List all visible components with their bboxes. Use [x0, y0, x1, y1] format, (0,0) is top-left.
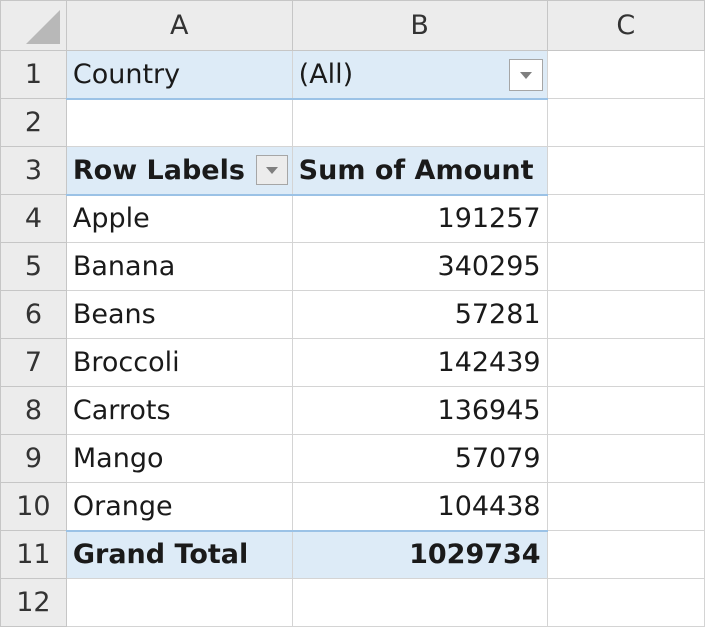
row-header-11[interactable]: 11	[0, 530, 67, 579]
filter-value-text: (All)	[298, 58, 354, 90]
spreadsheet: A B C 1 Country (All) 2 3 Row Labels Sum…	[0, 0, 705, 641]
cell-c2[interactable]	[546, 98, 705, 147]
grid-row-7: 7 Broccoli 142439	[0, 338, 705, 387]
cell-c9[interactable]	[546, 434, 705, 483]
pivot-item-value[interactable]: 136945	[291, 386, 548, 435]
cell-c1[interactable]	[546, 50, 705, 99]
filter-value-cell[interactable]: (All)	[291, 50, 548, 100]
column-header-b[interactable]: B	[291, 0, 548, 51]
pivot-item-label[interactable]: Orange	[65, 482, 293, 531]
column-header-row: A B C	[0, 0, 705, 51]
row-header-4[interactable]: 4	[0, 194, 67, 243]
cell-c3[interactable]	[546, 146, 705, 195]
cell-c8[interactable]	[546, 386, 705, 435]
row-header-3[interactable]: 3	[0, 146, 67, 195]
chevron-down-icon	[519, 71, 532, 79]
cell-a12[interactable]	[65, 578, 293, 627]
grid-row-2: 2	[0, 98, 705, 147]
row-header-2[interactable]: 2	[0, 98, 67, 147]
row-labels-header-cell[interactable]: Row Labels	[65, 146, 293, 196]
row-header-10[interactable]: 10	[0, 482, 67, 531]
grid-row-12: 12	[0, 578, 705, 627]
grid-row-9: 9 Mango 57079	[0, 434, 705, 483]
select-all-triangle-icon	[25, 10, 60, 44]
grid-row-8: 8 Carrots 136945	[0, 386, 705, 435]
filter-label-cell[interactable]: Country	[65, 50, 293, 100]
pivot-item-value[interactable]: 142439	[291, 338, 548, 387]
grand-total-value[interactable]: 1029734	[291, 529, 548, 579]
pivot-item-label[interactable]: Broccoli	[65, 338, 293, 387]
cell-c11[interactable]	[546, 530, 705, 579]
pivot-item-value[interactable]: 191257	[291, 194, 548, 243]
cell-a2[interactable]	[65, 98, 293, 147]
grid-row-1: 1 Country (All)	[0, 50, 705, 100]
select-all-corner[interactable]	[0, 0, 67, 51]
row-header-6[interactable]: 6	[0, 290, 67, 339]
value-header-cell[interactable]: Sum of Amount	[291, 146, 548, 196]
grand-total-label[interactable]: Grand Total	[65, 529, 293, 579]
pivot-item-label[interactable]: Apple	[65, 194, 293, 243]
pivot-item-value[interactable]: 57079	[291, 434, 548, 483]
pivot-grid: A B C 1 Country (All) 2 3 Row Labels Sum…	[0, 0, 705, 627]
pivot-item-value[interactable]: 340295	[291, 242, 548, 291]
pivot-item-label[interactable]: Beans	[65, 290, 293, 339]
pivot-item-value[interactable]: 104438	[291, 482, 548, 531]
cell-c4[interactable]	[546, 194, 705, 243]
pivot-item-label[interactable]: Banana	[65, 242, 293, 291]
grid-row-5: 5 Banana 340295	[0, 242, 705, 291]
pivot-item-label[interactable]: Mango	[65, 434, 293, 483]
cell-c5[interactable]	[546, 242, 705, 291]
column-header-a[interactable]: A	[65, 0, 293, 51]
chevron-down-icon	[265, 166, 278, 174]
grid-row-6: 6 Beans 57281	[0, 290, 705, 339]
row-header-5[interactable]: 5	[0, 242, 67, 291]
row-header-8[interactable]: 8	[0, 386, 67, 435]
grid-row-11: 11 Grand Total 1029734	[0, 529, 705, 579]
cell-c12[interactable]	[546, 578, 705, 627]
cell-c7[interactable]	[546, 338, 705, 387]
pivot-item-value[interactable]: 57281	[291, 290, 548, 339]
row-labels-header-text: Row Labels	[72, 154, 245, 186]
row-header-12[interactable]: 12	[0, 578, 67, 627]
grid-row-4: 4 Apple 191257	[0, 194, 705, 243]
cell-c10[interactable]	[546, 482, 705, 531]
filter-dropdown-button[interactable]	[508, 59, 543, 91]
grid-row-3: 3 Row Labels Sum of Amount	[0, 146, 705, 196]
row-labels-filter-button[interactable]	[255, 155, 288, 185]
column-header-c[interactable]: C	[546, 0, 705, 51]
row-header-7[interactable]: 7	[0, 338, 67, 387]
pivot-item-label[interactable]: Carrots	[65, 386, 293, 435]
row-header-1[interactable]: 1	[0, 50, 67, 99]
cell-b12[interactable]	[291, 578, 548, 627]
cell-c6[interactable]	[546, 290, 705, 339]
grid-row-10: 10 Orange 104438	[0, 482, 705, 531]
cell-b2[interactable]	[291, 98, 548, 147]
row-header-9[interactable]: 9	[0, 434, 67, 483]
